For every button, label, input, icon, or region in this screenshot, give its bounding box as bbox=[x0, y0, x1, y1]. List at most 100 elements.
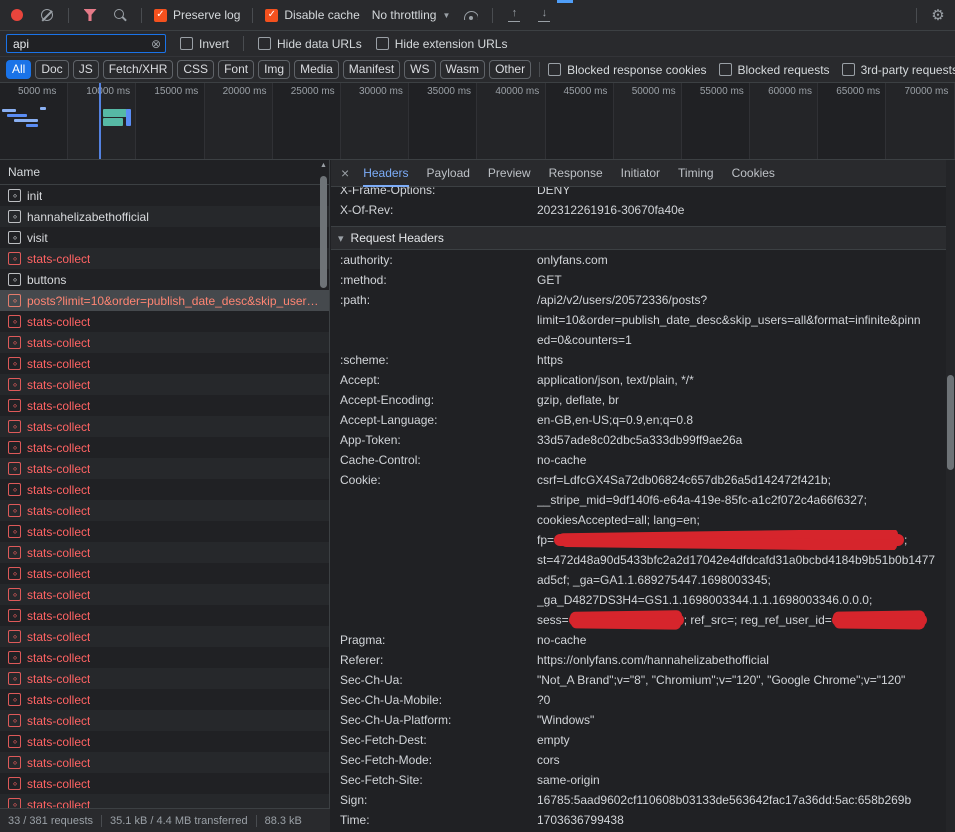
request-name: stats-collect bbox=[27, 483, 90, 497]
network-overview-timeline[interactable]: 5000 ms10000 ms15000 ms20000 ms25000 ms3… bbox=[0, 83, 955, 160]
blocked-response-cookies-checkbox[interactable]: Blocked response cookies bbox=[548, 63, 706, 77]
request-row[interactable]: stats-collect bbox=[0, 311, 329, 332]
blocked-requests-checkbox[interactable]: Blocked requests bbox=[719, 63, 830, 77]
chevron-down-icon: ▼ bbox=[442, 11, 450, 20]
tab-preview[interactable]: Preview bbox=[488, 160, 531, 187]
header-row: :path:/api2/v2/users/20572336/posts?limi… bbox=[331, 290, 946, 350]
request-row[interactable]: posts?limit=10&order=publish_date_desc&s… bbox=[0, 290, 329, 311]
type-filter-ws[interactable]: WS bbox=[404, 60, 435, 79]
invert-checkbox[interactable]: Invert bbox=[180, 37, 229, 51]
type-filter-wasm[interactable]: Wasm bbox=[440, 60, 486, 79]
preserve-log-checkbox[interactable]: Preserve log bbox=[154, 8, 240, 22]
name-column-header[interactable]: Name bbox=[0, 160, 329, 185]
request-row[interactable]: stats-collect bbox=[0, 521, 329, 542]
throttling-select[interactable]: No throttling ▼ bbox=[372, 8, 451, 22]
disable-cache-checkbox[interactable]: Disable cache bbox=[265, 8, 359, 22]
request-name: stats-collect bbox=[27, 399, 90, 413]
request-row[interactable]: stats-collect bbox=[0, 500, 329, 521]
header-value-line: fp=; bbox=[537, 530, 946, 550]
request-row[interactable]: stats-collect bbox=[0, 605, 329, 626]
resources-size: 88.3 kB bbox=[257, 815, 310, 827]
request-row[interactable]: stats-collect bbox=[0, 773, 329, 794]
record-button[interactable] bbox=[8, 6, 26, 24]
request-row[interactable]: stats-collect bbox=[0, 395, 329, 416]
advanced-filter-checkboxes: Blocked response cookies Blocked requests… bbox=[548, 63, 955, 77]
header-name: Sec-Ch-Ua: bbox=[331, 670, 537, 690]
request-row[interactable]: visit bbox=[0, 227, 329, 248]
request-row[interactable]: stats-collect bbox=[0, 542, 329, 563]
request-row[interactable]: stats-collect bbox=[0, 647, 329, 668]
tab-cookies[interactable]: Cookies bbox=[732, 160, 775, 187]
request-row[interactable]: stats-collect bbox=[0, 416, 329, 437]
request-row[interactable]: stats-collect bbox=[0, 248, 329, 269]
type-filter-js[interactable]: JS bbox=[73, 60, 99, 79]
tab-payload[interactable]: Payload bbox=[427, 160, 470, 187]
clear-filter-icon[interactable] bbox=[151, 37, 161, 51]
requests-scrollbar-thumb[interactable] bbox=[320, 176, 327, 288]
requests-scrollbar[interactable] bbox=[319, 160, 328, 806]
hide-data-urls-checkbox[interactable]: Hide data URLs bbox=[258, 37, 362, 51]
header-row: Pragma:no-cache bbox=[331, 630, 946, 650]
settings-button[interactable]: ⚙ bbox=[929, 6, 947, 24]
request-row[interactable]: stats-collect bbox=[0, 584, 329, 605]
request-row[interactable]: stats-collect bbox=[0, 563, 329, 584]
type-filter-manifest[interactable]: Manifest bbox=[343, 60, 400, 79]
request-row[interactable]: stats-collect bbox=[0, 626, 329, 647]
request-row[interactable]: stats-collect bbox=[0, 479, 329, 500]
request-row[interactable]: stats-collect bbox=[0, 731, 329, 752]
request-row[interactable]: stats-collect bbox=[0, 332, 329, 353]
type-filter-doc[interactable]: Doc bbox=[35, 60, 68, 79]
filter-input-box[interactable] bbox=[6, 34, 166, 53]
request-row[interactable]: stats-collect bbox=[0, 353, 329, 374]
request-row[interactable]: stats-collect bbox=[0, 710, 329, 731]
request-row[interactable]: stats-collect bbox=[0, 437, 329, 458]
checkbox-icon bbox=[719, 63, 732, 76]
type-filter-media[interactable]: Media bbox=[294, 60, 339, 79]
type-filter-img[interactable]: Img bbox=[258, 60, 290, 79]
3rd-party-requests-checkbox[interactable]: 3rd-party requests bbox=[842, 63, 955, 77]
tab-headers[interactable]: Headers bbox=[363, 160, 408, 187]
request-row[interactable]: stats-collect bbox=[0, 458, 329, 479]
tab-timing[interactable]: Timing bbox=[678, 160, 714, 187]
request-row[interactable]: stats-collect bbox=[0, 374, 329, 395]
filter-toggle-button[interactable] bbox=[81, 6, 99, 24]
tab-response[interactable]: Response bbox=[549, 160, 603, 187]
header-value-line: ?0 bbox=[537, 690, 946, 710]
scroll-up-icon[interactable] bbox=[319, 160, 328, 172]
network-conditions-button[interactable] bbox=[462, 6, 480, 24]
search-button[interactable] bbox=[111, 6, 129, 24]
toolbar-divider bbox=[539, 62, 540, 77]
header-value: https://onlyfans.com/hannahelizabethoffi… bbox=[537, 650, 946, 670]
timeline-column: 70000 ms bbox=[886, 83, 954, 159]
request-row[interactable]: stats-collect bbox=[0, 668, 329, 689]
type-filter-fetch-xhr[interactable]: Fetch/XHR bbox=[103, 60, 174, 79]
import-har-button[interactable]: ↑ bbox=[505, 6, 523, 24]
header-name: Pragma: bbox=[331, 630, 537, 650]
tab-initiator[interactable]: Initiator bbox=[621, 160, 660, 187]
hide-extension-urls-checkbox[interactable]: Hide extension URLs bbox=[376, 37, 508, 51]
request-type-icon bbox=[8, 462, 21, 475]
type-filter-css[interactable]: CSS bbox=[177, 60, 214, 79]
request-row[interactable]: buttons bbox=[0, 269, 329, 290]
type-filter-font[interactable]: Font bbox=[218, 60, 254, 79]
request-type-icon bbox=[8, 546, 21, 559]
details-scrollbar-thumb[interactable] bbox=[947, 375, 954, 470]
request-row[interactable]: stats-collect bbox=[0, 794, 329, 808]
export-har-button[interactable]: ↓ bbox=[535, 6, 553, 24]
type-filter-all[interactable]: All bbox=[6, 60, 31, 79]
request-row[interactable]: hannahelizabethofficial bbox=[0, 206, 329, 227]
timeline-column: 50000 ms bbox=[614, 83, 682, 159]
request-row[interactable]: stats-collect bbox=[0, 752, 329, 773]
request-headers-section-header[interactable]: Request Headers bbox=[331, 226, 946, 250]
request-row[interactable]: stats-collect bbox=[0, 689, 329, 710]
request-name: stats-collect bbox=[27, 336, 90, 350]
type-filter-other[interactable]: Other bbox=[489, 60, 531, 79]
details-scrollbar[interactable] bbox=[946, 160, 955, 832]
request-type-icon bbox=[8, 483, 21, 496]
clear-button[interactable] bbox=[38, 6, 56, 24]
network-summary-bar: 33 / 381 requests 35.1 kB / 4.4 MB trans… bbox=[0, 808, 330, 832]
filter-input[interactable] bbox=[13, 37, 151, 51]
close-icon[interactable] bbox=[341, 165, 349, 181]
request-row[interactable]: init bbox=[0, 185, 329, 206]
request-name: stats-collect bbox=[27, 735, 90, 749]
